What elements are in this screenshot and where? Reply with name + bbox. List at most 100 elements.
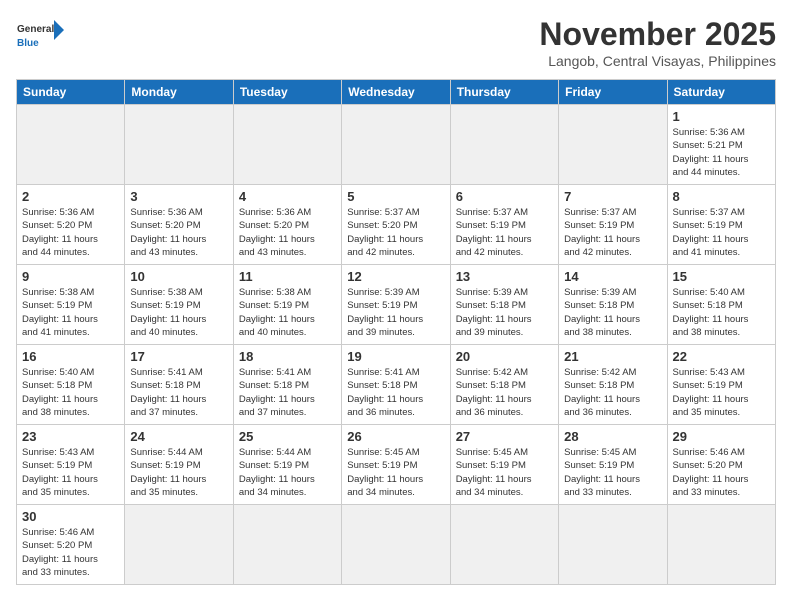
day-info: Sunrise: 5:41 AM Sunset: 5:18 PM Dayligh…	[239, 366, 336, 419]
weekday-header-friday: Friday	[559, 80, 667, 105]
day-cell	[667, 505, 775, 585]
day-cell	[450, 105, 558, 185]
day-info: Sunrise: 5:38 AM Sunset: 5:19 PM Dayligh…	[130, 286, 227, 339]
day-cell	[125, 105, 233, 185]
day-info: Sunrise: 5:40 AM Sunset: 5:18 PM Dayligh…	[22, 366, 119, 419]
day-number: 11	[239, 269, 336, 284]
calendar: SundayMondayTuesdayWednesdayThursdayFrid…	[16, 79, 776, 585]
day-cell	[17, 105, 125, 185]
day-info: Sunrise: 5:39 AM Sunset: 5:18 PM Dayligh…	[564, 286, 661, 339]
day-info: Sunrise: 5:39 AM Sunset: 5:18 PM Dayligh…	[456, 286, 553, 339]
day-number: 2	[22, 189, 119, 204]
day-info: Sunrise: 5:46 AM Sunset: 5:20 PM Dayligh…	[22, 526, 119, 579]
day-number: 8	[673, 189, 770, 204]
day-cell: 3Sunrise: 5:36 AM Sunset: 5:20 PM Daylig…	[125, 185, 233, 265]
day-cell: 1Sunrise: 5:36 AM Sunset: 5:21 PM Daylig…	[667, 105, 775, 185]
day-cell: 9 Sunrise: 5:38 AM Sunset: 5:19 PM Daylig…	[17, 265, 125, 345]
day-info: Sunrise: 5:43 AM Sunset: 5:19 PM Dayligh…	[673, 366, 770, 419]
day-cell: 22 Sunrise: 5:43 AM Sunset: 5:19 PM Dayli…	[667, 345, 775, 425]
day-cell: 21 Sunrise: 5:42 AM Sunset: 5:18 PM Dayli…	[559, 345, 667, 425]
day-cell: 6Sunrise: 5:37 AM Sunset: 5:19 PM Daylig…	[450, 185, 558, 265]
week-row-4: 16Sunrise: 5:40 AM Sunset: 5:18 PM Dayli…	[17, 345, 776, 425]
day-number: 9	[22, 269, 119, 284]
day-number: 24	[130, 429, 227, 444]
day-info: Sunrise: 5:37 AM Sunset: 5:19 PM Dayligh…	[673, 206, 770, 259]
day-info: Sunrise: 5:36 AM Sunset: 5:20 PM Dayligh…	[239, 206, 336, 259]
day-cell: 29 Sunrise: 5:46 AM Sunset: 5:20 PM Dayli…	[667, 425, 775, 505]
svg-text:General: General	[17, 24, 54, 35]
day-cell	[450, 505, 558, 585]
day-number: 13	[456, 269, 553, 284]
day-number: 26	[347, 429, 444, 444]
day-info: Sunrise: 5:37 AM Sunset: 5:19 PM Dayligh…	[456, 206, 553, 259]
day-cell	[559, 505, 667, 585]
day-number: 22	[673, 349, 770, 364]
logo: General Blue	[16, 16, 66, 58]
day-info: Sunrise: 5:44 AM Sunset: 5:19 PM Dayligh…	[239, 446, 336, 499]
day-cell: 18 Sunrise: 5:41 AM Sunset: 5:18 PM Dayli…	[233, 345, 341, 425]
day-info: Sunrise: 5:42 AM Sunset: 5:18 PM Dayligh…	[564, 366, 661, 419]
location-title: Langob, Central Visayas, Philippines	[539, 53, 776, 69]
day-info: Sunrise: 5:37 AM Sunset: 5:20 PM Dayligh…	[347, 206, 444, 259]
day-cell: 25 Sunrise: 5:44 AM Sunset: 5:19 PM Dayli…	[233, 425, 341, 505]
day-number: 28	[564, 429, 661, 444]
day-info: Sunrise: 5:45 AM Sunset: 5:19 PM Dayligh…	[347, 446, 444, 499]
day-number: 18	[239, 349, 336, 364]
title-area: November 2025 Langob, Central Visayas, P…	[539, 16, 776, 69]
day-cell	[342, 505, 450, 585]
logo-svg: General Blue	[16, 16, 66, 58]
header: General Blue November 2025 Langob, Centr…	[16, 16, 776, 69]
day-cell: 7 Sunrise: 5:37 AM Sunset: 5:19 PM Daylig…	[559, 185, 667, 265]
weekday-header-sunday: Sunday	[17, 80, 125, 105]
day-number: 27	[456, 429, 553, 444]
day-cell: 2 Sunrise: 5:36 AM Sunset: 5:20 PM Daylig…	[17, 185, 125, 265]
day-number: 5	[347, 189, 444, 204]
day-cell	[233, 105, 341, 185]
day-number: 25	[239, 429, 336, 444]
day-number: 10	[130, 269, 227, 284]
day-cell: 8 Sunrise: 5:37 AM Sunset: 5:19 PM Daylig…	[667, 185, 775, 265]
day-info: Sunrise: 5:41 AM Sunset: 5:18 PM Dayligh…	[130, 366, 227, 419]
weekday-header-thursday: Thursday	[450, 80, 558, 105]
day-cell: 5 Sunrise: 5:37 AM Sunset: 5:20 PM Daylig…	[342, 185, 450, 265]
day-cell: 4Sunrise: 5:36 AM Sunset: 5:20 PM Daylig…	[233, 185, 341, 265]
weekday-header-monday: Monday	[125, 80, 233, 105]
day-info: Sunrise: 5:36 AM Sunset: 5:20 PM Dayligh…	[130, 206, 227, 259]
day-info: Sunrise: 5:37 AM Sunset: 5:19 PM Dayligh…	[564, 206, 661, 259]
day-info: Sunrise: 5:46 AM Sunset: 5:20 PM Dayligh…	[673, 446, 770, 499]
day-info: Sunrise: 5:38 AM Sunset: 5:19 PM Dayligh…	[22, 286, 119, 339]
day-number: 14	[564, 269, 661, 284]
day-cell: 10 Sunrise: 5:38 AM Sunset: 5:19 PM Dayli…	[125, 265, 233, 345]
day-cell: 16Sunrise: 5:40 AM Sunset: 5:18 PM Dayli…	[17, 345, 125, 425]
day-cell: 12Sunrise: 5:39 AM Sunset: 5:19 PM Dayli…	[342, 265, 450, 345]
day-number: 21	[564, 349, 661, 364]
day-cell: 15Sunrise: 5:40 AM Sunset: 5:18 PM Dayli…	[667, 265, 775, 345]
day-cell: 20Sunrise: 5:42 AM Sunset: 5:18 PM Dayli…	[450, 345, 558, 425]
day-info: Sunrise: 5:41 AM Sunset: 5:18 PM Dayligh…	[347, 366, 444, 419]
day-cell: 13 Sunrise: 5:39 AM Sunset: 5:18 PM Dayli…	[450, 265, 558, 345]
day-number: 20	[456, 349, 553, 364]
weekday-header-row: SundayMondayTuesdayWednesdayThursdayFrid…	[17, 80, 776, 105]
week-row-2: 2 Sunrise: 5:36 AM Sunset: 5:20 PM Daylig…	[17, 185, 776, 265]
day-info: Sunrise: 5:36 AM Sunset: 5:20 PM Dayligh…	[22, 206, 119, 259]
month-title: November 2025	[539, 16, 776, 53]
svg-text:Blue: Blue	[17, 38, 39, 49]
day-cell: 17 Sunrise: 5:41 AM Sunset: 5:18 PM Dayli…	[125, 345, 233, 425]
day-info: Sunrise: 5:40 AM Sunset: 5:18 PM Dayligh…	[673, 286, 770, 339]
day-number: 7	[564, 189, 661, 204]
day-number: 17	[130, 349, 227, 364]
day-info: Sunrise: 5:45 AM Sunset: 5:19 PM Dayligh…	[564, 446, 661, 499]
day-number: 1	[673, 109, 770, 124]
day-number: 29	[673, 429, 770, 444]
day-cell	[559, 105, 667, 185]
day-cell: 30Sunrise: 5:46 AM Sunset: 5:20 PM Dayli…	[17, 505, 125, 585]
day-cell	[342, 105, 450, 185]
day-cell: 28 Sunrise: 5:45 AM Sunset: 5:19 PM Dayli…	[559, 425, 667, 505]
day-cell	[125, 505, 233, 585]
week-row-1: 1Sunrise: 5:36 AM Sunset: 5:21 PM Daylig…	[17, 105, 776, 185]
day-info: Sunrise: 5:38 AM Sunset: 5:19 PM Dayligh…	[239, 286, 336, 339]
day-cell: 24Sunrise: 5:44 AM Sunset: 5:19 PM Dayli…	[125, 425, 233, 505]
weekday-header-tuesday: Tuesday	[233, 80, 341, 105]
day-cell: 11 Sunrise: 5:38 AM Sunset: 5:19 PM Dayli…	[233, 265, 341, 345]
day-cell: 27Sunrise: 5:45 AM Sunset: 5:19 PM Dayli…	[450, 425, 558, 505]
